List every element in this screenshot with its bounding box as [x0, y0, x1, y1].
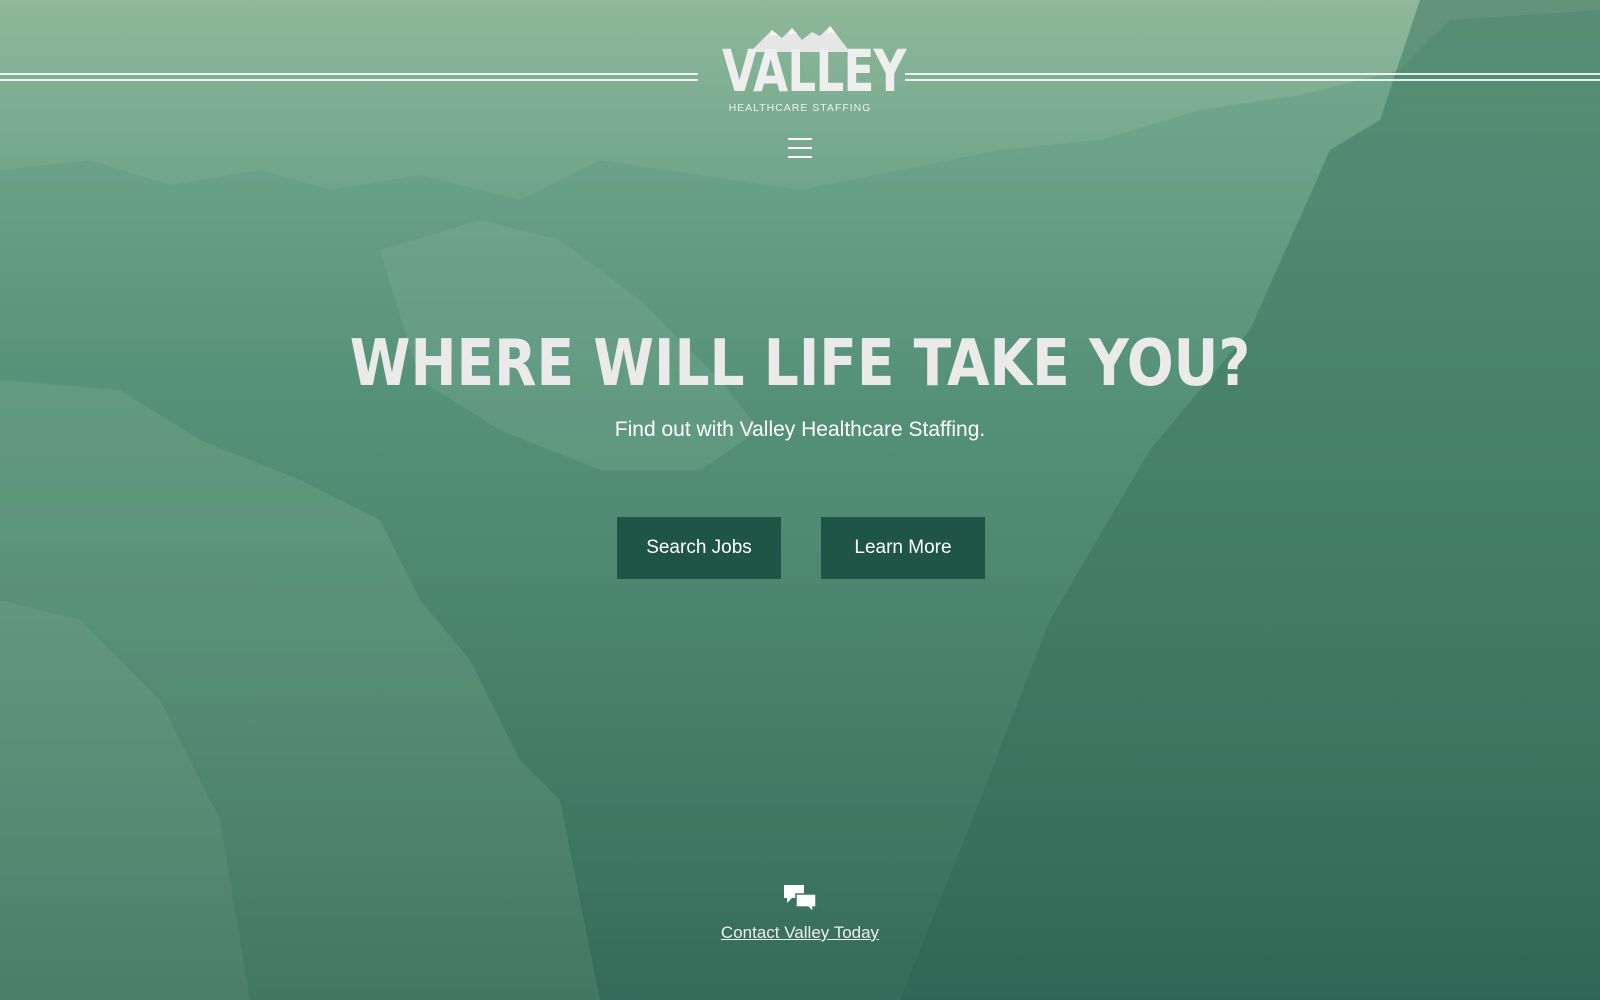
contact-valley-link[interactable]: Contact Valley Today [0, 923, 1600, 943]
hero-headline: WHERE WILL LIFE TAKE YOU? [349, 327, 1251, 401]
hamburger-menu-icon[interactable] [788, 138, 812, 162]
logo-tagline: HEALTHCARE STAFFING [728, 102, 872, 114]
hero-subheadline: Find out with Valley Healthcare Staffing… [614, 418, 986, 441]
logo-wordmark: VALLEY [722, 37, 906, 105]
header-rule-right [905, 73, 1600, 81]
valley-logo[interactable]: VALLEY HEALTHCARE STAFFING [700, 20, 906, 120]
search-jobs-button[interactable]: Search Jobs [617, 517, 781, 579]
chat-bubbles-icon [784, 885, 817, 914]
site-header: VALLEY HEALTHCARE STAFFING [0, 0, 1600, 180]
header-rule-left [0, 73, 698, 81]
learn-more-button[interactable]: Learn More [821, 517, 985, 579]
hero-section: VALLEY HEALTHCARE STAFFING WHERE WILL LI… [0, 0, 1600, 1000]
contact-section: Contact Valley Today [0, 884, 1600, 943]
